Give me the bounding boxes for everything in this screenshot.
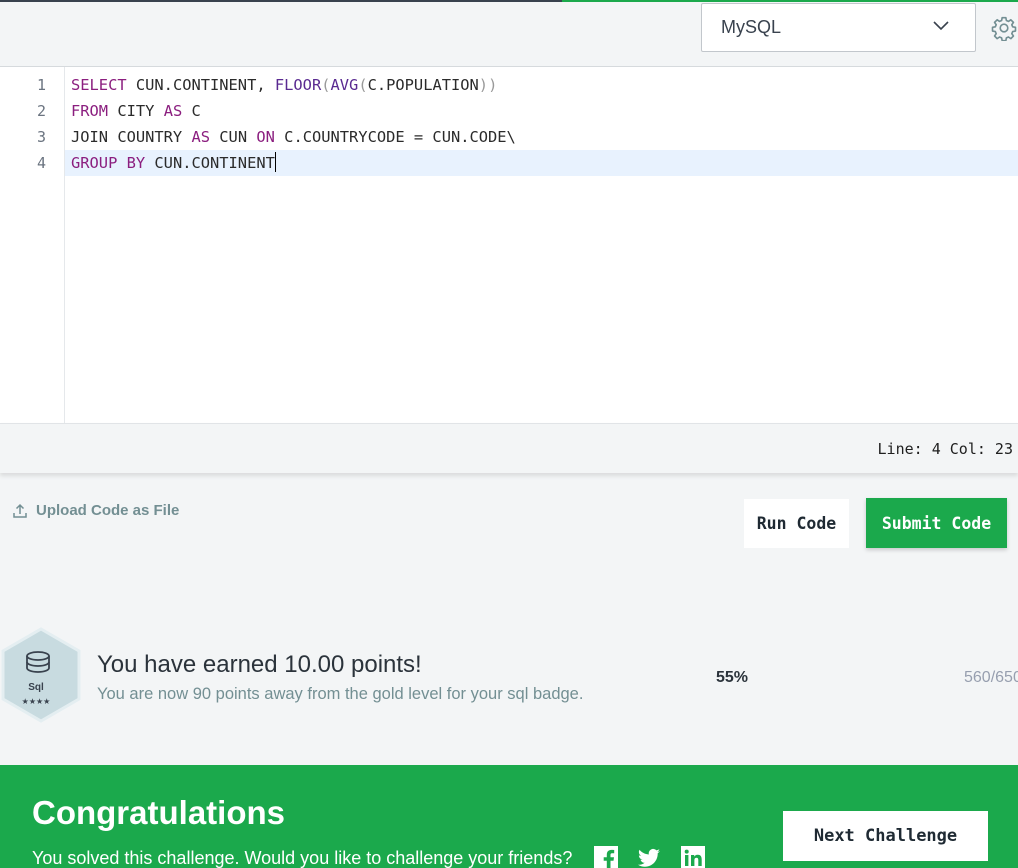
- linkedin-icon[interactable]: [681, 846, 705, 868]
- sql-function: FLOOR: [274, 76, 322, 94]
- next-challenge-button[interactable]: Next Challenge: [783, 811, 988, 861]
- sql-keyword: ON: [256, 128, 275, 146]
- sql-function: AVG: [330, 76, 359, 94]
- sql-paren: (: [358, 76, 368, 94]
- badge-progress-percent: 55%: [716, 669, 749, 686]
- sql-keyword: AS: [163, 102, 183, 120]
- editor-status-bar: Line: 4 Col: 23: [0, 423, 1018, 473]
- code-line-active[interactable]: GROUP BY CUN.CONTINENT: [65, 150, 1018, 176]
- sql-text: C: [182, 102, 201, 120]
- sql-paren: (: [321, 76, 331, 94]
- line-number: 4: [36, 154, 46, 172]
- gear-icon[interactable]: [991, 15, 1017, 41]
- code-editor[interactable]: 1 2 3 4 SELECT CUN.CONTINENT, FLOOR(AVG(…: [0, 67, 1018, 423]
- sql-text: CUN.CONTINENT: [145, 154, 275, 172]
- run-code-button[interactable]: Run Code: [744, 499, 849, 548]
- sql-paren: )): [478, 76, 498, 94]
- congrats-title: Congratulations: [32, 794, 285, 831]
- points-earned: You have earned 10.00 points!: [97, 651, 422, 678]
- line-number-gutter: 1 2 3 4: [0, 67, 65, 423]
- cursor-position: Line: 4 Col: 23: [877, 440, 1013, 458]
- line-number: 3: [36, 128, 46, 146]
- text-cursor: [274, 152, 276, 172]
- sql-text: CUN.CONTINENT,: [126, 76, 275, 94]
- sql-text: CUN: [210, 128, 257, 146]
- submit-code-button[interactable]: Submit Code: [866, 498, 1007, 548]
- points-away-message: You are now 90 points away from the gold…: [97, 685, 584, 703]
- upload-code-link[interactable]: Upload Code as File: [12, 502, 179, 519]
- sql-text: CITY: [108, 102, 164, 120]
- language-select[interactable]: MySQL: [701, 3, 976, 52]
- sql-keyword: GROUP BY: [71, 154, 146, 172]
- upload-label: Upload Code as File: [36, 502, 180, 519]
- sql-text: JOIN COUNTRY: [71, 128, 192, 146]
- code-line[interactable]: FROM CITY AS C: [65, 98, 1018, 124]
- badge-score: 560/650: [964, 669, 1018, 686]
- badge-name: Sql: [28, 682, 44, 693]
- line-number: 2: [36, 102, 46, 120]
- editor-toolbar: MySQL: [0, 2, 1018, 67]
- congratulations-banner: Congratulations You solved this challeng…: [0, 765, 1018, 868]
- facebook-icon[interactable]: [594, 846, 618, 868]
- sql-badge: Sql ★★★★: [1, 627, 81, 723]
- sql-keyword: AS: [191, 128, 211, 146]
- sql-text: C.COUNTRYCODE = CUN.CODE\: [274, 128, 516, 146]
- code-line[interactable]: SELECT CUN.CONTINENT, FLOOR(AVG(C.POPULA…: [65, 72, 1018, 98]
- code-line[interactable]: JOIN COUNTRY AS CUN ON C.COUNTRYCODE = C…: [65, 124, 1018, 150]
- line-number: 1: [36, 76, 46, 94]
- upload-icon: [13, 503, 27, 518]
- language-value: MySQL: [721, 17, 782, 37]
- badge-stars: ★★★★: [22, 697, 51, 706]
- sql-keyword: SELECT: [71, 76, 127, 94]
- chevron-down-icon: [933, 21, 949, 31]
- twitter-icon[interactable]: [637, 846, 661, 868]
- sql-text: C.POPULATION: [367, 76, 479, 94]
- congrats-message: You solved this challenge. Would you lik…: [32, 848, 573, 868]
- sql-keyword: FROM: [71, 102, 109, 120]
